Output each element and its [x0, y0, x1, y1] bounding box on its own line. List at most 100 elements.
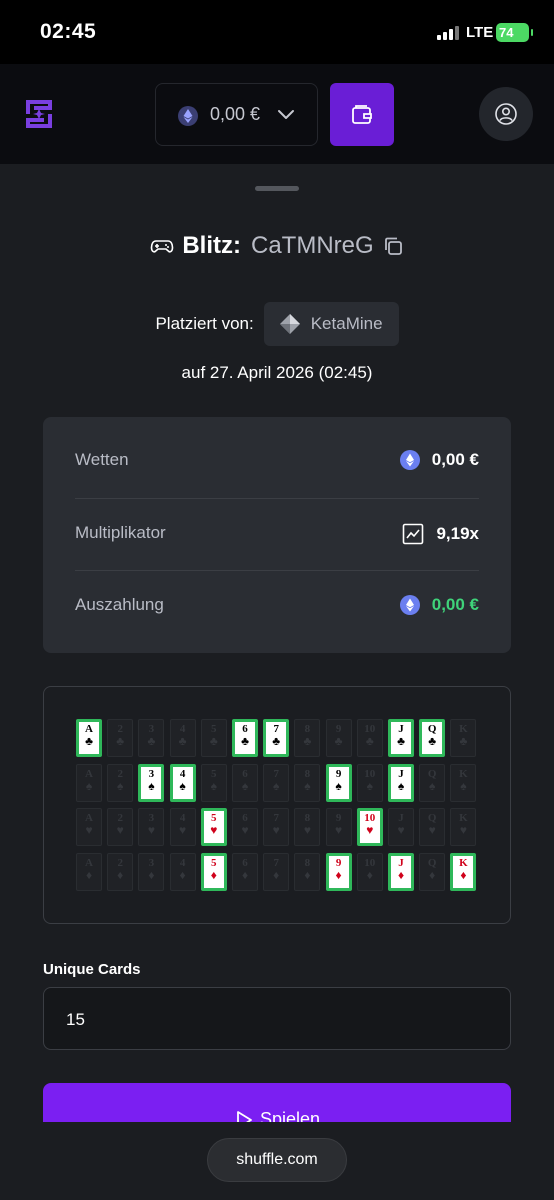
card-suit: ♣ — [178, 734, 187, 748]
play-button[interactable]: Spielen — [43, 1083, 511, 1122]
card-rank: 9 — [335, 767, 342, 780]
card-suit: ♦ — [366, 867, 373, 882]
card: 8 ♥ — [294, 808, 321, 846]
card: K ♥ — [450, 808, 477, 846]
stat-row-payout: Auszahlung 0,00 € — [75, 570, 479, 642]
card-selected: 7 ♣ — [263, 719, 290, 757]
card-rank: 9 — [335, 856, 342, 869]
card-suit: ♠ — [335, 778, 342, 793]
card-suit: ♦ — [210, 867, 217, 882]
sheet-drag-handle[interactable] — [255, 186, 299, 191]
card-suit: ♥ — [210, 823, 218, 837]
card-selected: 9 ♦ — [325, 852, 352, 891]
card: 7 ♦ — [263, 852, 290, 891]
placed-by-row: Platziert von: KetaMine — [0, 302, 554, 346]
card-suit: ♠ — [241, 778, 249, 793]
chevron-down-icon — [278, 110, 294, 119]
shuffle-logo-icon[interactable] — [22, 96, 56, 132]
wallet-button[interactable] — [330, 83, 394, 146]
card-rank: 2 — [117, 767, 123, 780]
card: 6 ♠ — [232, 763, 258, 802]
copy-icon[interactable] — [382, 235, 404, 257]
stat-label: Auszahlung — [75, 595, 164, 614]
card-selected: J ♣ — [388, 719, 414, 757]
card: A ♦ — [76, 852, 102, 891]
card-selected: 5 ♥ — [200, 808, 227, 846]
bet-id: CaTMNreG — [250, 232, 374, 259]
card: 8 ♦ — [294, 852, 321, 891]
card-rank: Q — [427, 856, 437, 869]
card: 2 ♠ — [107, 763, 134, 802]
card: 10 ♦ — [356, 852, 383, 891]
card-rank: Q — [427, 767, 437, 780]
card-suit: ♦ — [148, 867, 155, 882]
unique-cards-field[interactable]: 15 — [43, 987, 511, 1050]
card-rank: A — [85, 767, 93, 780]
card-suit: ♥ — [428, 823, 436, 837]
card-rank: 7 — [273, 856, 279, 869]
card-rank: 6 — [242, 856, 248, 869]
card-rank: 3 — [148, 856, 155, 869]
app-header: 0,00 € — [0, 64, 554, 164]
card: J ♥ — [388, 808, 414, 846]
card-rank: K — [459, 767, 468, 780]
card-selected: 9 ♠ — [325, 763, 352, 802]
balance-selector[interactable]: 0,00 € — [155, 83, 318, 146]
card-suit: ♣ — [241, 734, 249, 748]
card: 9 ♥ — [325, 808, 352, 846]
card-rank: 5 — [211, 767, 217, 780]
card-rank: 10 — [364, 856, 376, 869]
card: A ♥ — [76, 808, 102, 846]
card: 2 ♣ — [107, 719, 134, 757]
card-suit: ♠ — [460, 778, 467, 793]
card: 2 ♦ — [107, 852, 134, 891]
url-bar[interactable]: shuffle.com — [207, 1138, 347, 1182]
card: 6 ♥ — [232, 808, 258, 846]
card-rank: 3 — [148, 767, 155, 780]
profile-button[interactable] — [479, 87, 533, 141]
diamond-icon — [279, 314, 300, 334]
card-rank: 8 — [304, 767, 311, 780]
card: A ♠ — [76, 763, 102, 802]
status-time: 02:45 — [40, 20, 97, 43]
card-suit: ♣ — [397, 734, 405, 748]
card-suit: ♥ — [335, 823, 343, 837]
stat-value: 0,00 € — [399, 595, 479, 615]
balance-amount: 0,00 € — [210, 104, 261, 124]
stat-value: 0,00 € — [399, 450, 479, 470]
card-suit: ♣ — [85, 734, 93, 748]
card-suit: ♥ — [303, 823, 311, 837]
card: 8 ♣ — [294, 719, 321, 757]
user-icon — [495, 103, 517, 125]
card-suit: ♥ — [241, 823, 249, 837]
card-board: A ♣ 2 ♣ 3 ♣ 4 ♣ 5 ♣ 6 ♣ 7 ♣ 8 ♣ 9 ♣ 10 ♣ J ♣ Q ♣ K ♣ A ♠ 2 ♠ 3 ♠ 4 ♠ 5 ♠ 6 ♠ 7… — [43, 686, 511, 924]
card: 8 ♠ — [294, 763, 321, 802]
card-selected: 3 ♠ — [138, 763, 165, 802]
card-suit: ♠ — [179, 778, 186, 793]
card: 10 ♣ — [356, 719, 383, 757]
unique-cards-label: Unique Cards — [43, 961, 141, 978]
card-suit: ♦ — [397, 867, 405, 882]
card: 3 ♦ — [138, 852, 165, 891]
card-selected: 4 ♠ — [169, 763, 196, 802]
card-suit: ♠ — [397, 778, 405, 793]
card-suit: ♦ — [179, 867, 186, 882]
network-label: LTE — [466, 24, 494, 41]
placed-by-label: Platziert von: — [155, 314, 254, 333]
card: 4 ♥ — [169, 808, 196, 846]
card-suit: ♥ — [147, 823, 155, 837]
card-suit: ♥ — [272, 823, 280, 837]
card-suit: ♦ — [241, 867, 249, 882]
stat-label: Wetten — [75, 450, 129, 469]
eth-icon — [178, 106, 198, 126]
card-suit: ♥ — [397, 823, 405, 837]
user-chip[interactable]: KetaMine — [263, 302, 399, 346]
card-selected: 5 ♦ — [200, 852, 227, 891]
bet-stats-panel: Wetten 0,00 € Multiplikator 9,19x Auszah… — [43, 417, 511, 653]
card-suit: ♣ — [147, 734, 156, 748]
card-rank: A — [85, 856, 93, 869]
stat-label: Multiplikator — [75, 523, 166, 542]
card: Q ♥ — [419, 808, 446, 846]
user-name: KetaMine — [310, 314, 383, 333]
card-suit: ♠ — [429, 778, 436, 793]
